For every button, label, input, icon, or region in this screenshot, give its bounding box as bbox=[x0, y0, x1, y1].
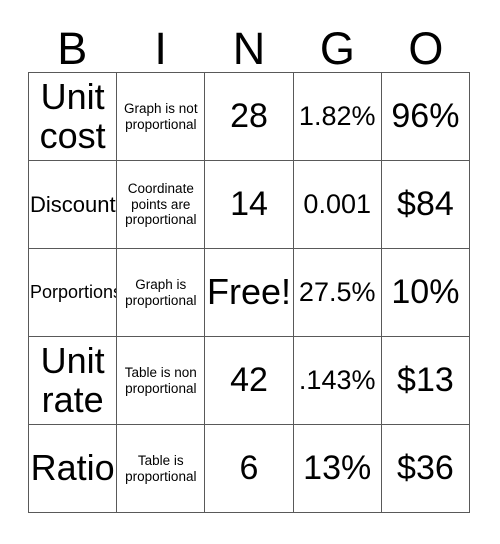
bingo-card: B I N G O Unit cost Graph is not proport… bbox=[0, 0, 500, 544]
bingo-cell-text: 13% bbox=[303, 449, 372, 488]
bingo-cell-text: 0.001 bbox=[303, 189, 371, 220]
bingo-cell-text: 10% bbox=[391, 273, 460, 312]
bingo-cell-i2[interactable]: Coordinate points are proportional bbox=[117, 161, 206, 249]
bingo-row: Ratio Table is proportional 6 13% $36 bbox=[29, 425, 471, 513]
bingo-cell-text: $84 bbox=[397, 185, 454, 224]
bingo-cell-b1[interactable]: Unit cost bbox=[29, 73, 118, 161]
bingo-cell-i5[interactable]: Table is proportional bbox=[117, 425, 206, 513]
bingo-cell-text: 1.82% bbox=[298, 101, 376, 132]
bingo-cell-n2[interactable]: 14 bbox=[205, 161, 294, 249]
bingo-cell-text: 96% bbox=[391, 97, 460, 136]
bingo-cell-o5[interactable]: $36 bbox=[381, 425, 471, 513]
bingo-cell-text: Free! bbox=[206, 271, 292, 313]
bingo-cell-b3[interactable]: Porportions bbox=[29, 249, 118, 337]
bingo-cell-text: Porportions bbox=[30, 281, 118, 302]
bingo-cell-text: Table is non proportional bbox=[124, 364, 197, 396]
bingo-cell-text: .143% bbox=[298, 365, 376, 396]
bingo-cell-text: Coordinate points are proportional bbox=[125, 180, 197, 228]
bingo-grid: Unit cost Graph is not proportional 28 1… bbox=[28, 72, 471, 513]
bingo-header-letter-n: N bbox=[232, 23, 266, 74]
bingo-header-letter-o: O bbox=[408, 23, 444, 74]
bingo-cell-g2[interactable]: 0.001 bbox=[293, 161, 382, 249]
bingo-cell-text: Unit cost bbox=[39, 76, 106, 156]
bingo-cell-text: $13 bbox=[397, 361, 454, 400]
bingo-cell-g5[interactable]: 13% bbox=[293, 425, 382, 513]
bingo-cell-i3[interactable]: Graph is proportional bbox=[117, 249, 206, 337]
bingo-cell-text: Graph is not proportional bbox=[124, 100, 198, 132]
bingo-cell-free-space[interactable]: Free! bbox=[205, 249, 294, 337]
bingo-cell-b2[interactable]: Discount bbox=[29, 161, 118, 249]
bingo-header: B I N G O bbox=[28, 22, 470, 72]
bingo-row: Porportions Graph is proportional Free! … bbox=[29, 249, 471, 337]
bingo-cell-o1[interactable]: 96% bbox=[381, 73, 471, 161]
bingo-cell-n5[interactable]: 6 bbox=[205, 425, 294, 513]
bingo-cell-text: Unit rate bbox=[40, 340, 105, 420]
bingo-cell-text: Ratio bbox=[30, 447, 115, 489]
bingo-row: Unit rate Table is non proportional 42 .… bbox=[29, 337, 471, 425]
bingo-cell-n4[interactable]: 42 bbox=[205, 337, 294, 425]
bingo-cell-text: 14 bbox=[230, 185, 268, 224]
bingo-cell-text: Table is proportional bbox=[125, 452, 197, 484]
bingo-cell-g3[interactable]: 27.5% bbox=[293, 249, 382, 337]
bingo-cell-text: 28 bbox=[230, 97, 268, 136]
bingo-cell-text: 27.5% bbox=[298, 277, 376, 308]
bingo-cell-g1[interactable]: 1.82% bbox=[293, 73, 382, 161]
bingo-cell-text: 6 bbox=[239, 449, 259, 488]
bingo-cell-o4[interactable]: $13 bbox=[381, 337, 471, 425]
bingo-row: Unit cost Graph is not proportional 28 1… bbox=[29, 73, 471, 161]
bingo-row: Discount Coordinate points are proportio… bbox=[29, 161, 471, 249]
bingo-cell-o3[interactable]: 10% bbox=[381, 249, 471, 337]
bingo-cell-n1[interactable]: 28 bbox=[205, 73, 294, 161]
bingo-cell-text: Graph is proportional bbox=[125, 276, 197, 308]
bingo-cell-b4[interactable]: Unit rate bbox=[29, 337, 118, 425]
bingo-cell-b5[interactable]: Ratio bbox=[29, 425, 118, 513]
bingo-cell-i4[interactable]: Table is non proportional bbox=[117, 337, 206, 425]
bingo-cell-text: Discount bbox=[30, 191, 116, 217]
bingo-cell-o2[interactable]: $84 bbox=[381, 161, 471, 249]
bingo-cell-i1[interactable]: Graph is not proportional bbox=[117, 73, 206, 161]
bingo-header-letter-b: B bbox=[57, 23, 88, 74]
bingo-cell-text: 42 bbox=[230, 361, 268, 400]
bingo-header-letter-i: I bbox=[154, 23, 167, 74]
bingo-header-letter-g: G bbox=[319, 23, 355, 74]
bingo-cell-text: $36 bbox=[397, 449, 454, 488]
bingo-cell-g4[interactable]: .143% bbox=[293, 337, 382, 425]
